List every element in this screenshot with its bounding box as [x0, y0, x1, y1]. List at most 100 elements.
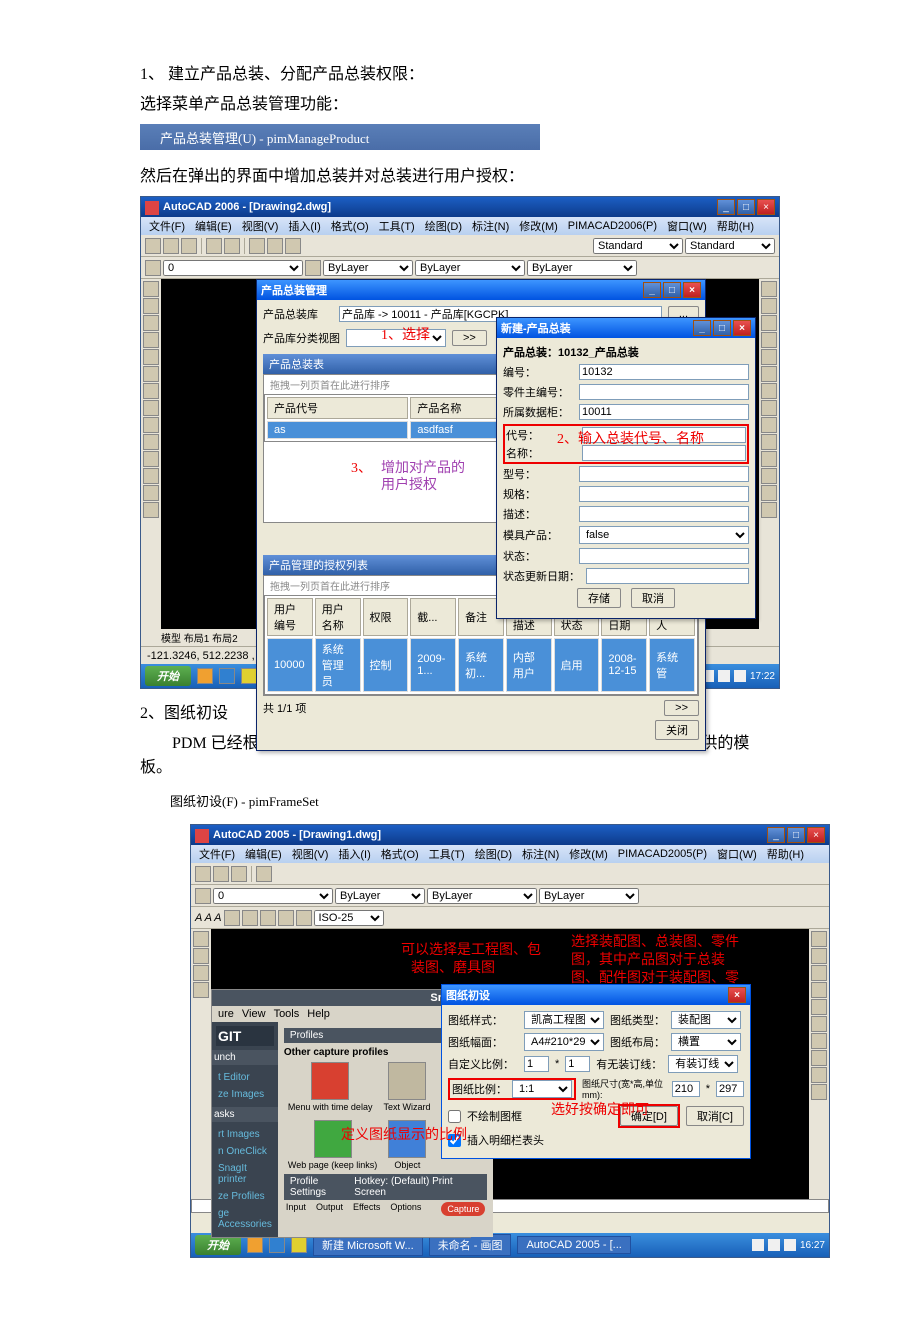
task-item[interactable]: AutoCAD 2005 - [...	[517, 1236, 630, 1254]
setting-effects[interactable]: Effects	[353, 1202, 380, 1216]
menu-format[interactable]: 格式(O)	[381, 846, 419, 862]
dim-icon[interactable]	[278, 910, 294, 926]
circle-icon[interactable]	[143, 383, 159, 399]
dlg-min-button[interactable]: _	[643, 282, 661, 298]
table-row[interactable]: 10000 系统管理员 控制 2009-1... 系统初... 内部用户 启用 …	[267, 638, 695, 692]
menu-view[interactable]: 视图(V)	[242, 218, 279, 234]
menu-file[interactable]: 文件(F)	[149, 218, 185, 234]
close-button[interactable]: ×	[757, 199, 775, 215]
part-field[interactable]	[579, 384, 749, 400]
minimize-button[interactable]: _	[717, 199, 735, 215]
copy-obj-icon[interactable]	[761, 298, 777, 314]
color-combo[interactable]: ByLayer	[335, 888, 425, 904]
rect-icon[interactable]	[143, 349, 159, 365]
menu-edit[interactable]: 编辑(E)	[195, 218, 232, 234]
menu-format[interactable]: 格式(O)	[331, 218, 369, 234]
menu-help[interactable]: 帮助(H)	[717, 218, 754, 234]
fs-cancel-button[interactable]: 取消[C]	[686, 1106, 744, 1126]
lineweight-combo[interactable]: ByLayer	[539, 888, 639, 904]
col-code[interactable]: 产品代号	[267, 397, 408, 419]
erase-icon[interactable]	[761, 281, 777, 297]
table-icon[interactable]	[143, 485, 159, 501]
drawing-area[interactable]: 产品总装管理 _ □ × 产品总装库 ... 产品库分类视图	[161, 279, 759, 629]
mirror-icon[interactable]	[811, 965, 827, 981]
nav-oneclick[interactable]: n OneClick	[216, 1143, 274, 1160]
extend-icon[interactable]	[811, 1067, 827, 1083]
pline-icon[interactable]	[143, 315, 159, 331]
fillet-icon[interactable]	[811, 1084, 827, 1100]
tool-cut-icon[interactable]	[249, 238, 265, 254]
close-button[interactable]: ×	[807, 827, 825, 843]
col-userid[interactable]: 用户编号	[267, 598, 313, 636]
color-combo[interactable]: ByLayer	[323, 260, 413, 276]
arc-icon[interactable]	[143, 366, 159, 382]
copy-icon[interactable]	[811, 948, 827, 964]
dim-h-field[interactable]	[716, 1081, 744, 1097]
dim-icon[interactable]	[224, 910, 240, 926]
go-button[interactable]: >>	[452, 330, 487, 346]
stretch-icon[interactable]	[761, 417, 777, 433]
layer-combo[interactable]: 0	[163, 260, 303, 276]
desc-field[interactable]	[579, 506, 749, 522]
offset-icon[interactable]	[811, 982, 827, 998]
mirror-icon[interactable]	[761, 315, 777, 331]
tool-new-icon[interactable]	[195, 866, 211, 882]
profile-text-wizard[interactable]: Text Wizard	[384, 1062, 431, 1112]
quick-launch-icon[interactable]	[269, 1237, 285, 1253]
xline-icon[interactable]	[193, 948, 209, 964]
start-button[interactable]: 开始	[145, 666, 191, 686]
maximize-button[interactable]: □	[787, 827, 805, 843]
pline-icon[interactable]	[193, 965, 209, 981]
nav-printer[interactable]: SnagIt printer	[216, 1160, 274, 1188]
tray-icon[interactable]	[784, 1239, 796, 1251]
menu-item-text[interactable]: 产品总装管理(U) - pimManageProduct	[160, 128, 369, 147]
scale-icon[interactable]	[811, 1033, 827, 1049]
tool-save-icon[interactable]	[231, 866, 247, 882]
drawing-area-2[interactable]: 可以选择是工程图、包 装图、磨具图 选择装配图、总装图、零件 图，其中产品图对于…	[211, 929, 809, 1199]
type-field[interactable]	[579, 466, 749, 482]
tool-copy-icon[interactable]	[267, 238, 283, 254]
menu-dim[interactable]: 标注(N)	[522, 846, 559, 862]
ratio-select[interactable]: 1:1	[512, 1080, 572, 1098]
capture-button[interactable]: Capture	[441, 1202, 485, 1216]
layer-icon[interactable]	[145, 260, 161, 276]
col-cutoff[interactable]: 截...	[410, 598, 456, 636]
quick-launch-icon[interactable]	[219, 668, 235, 684]
move-icon[interactable]	[811, 999, 827, 1015]
dim-icon[interactable]	[296, 910, 312, 926]
ellipse-icon[interactable]	[143, 417, 159, 433]
quick-launch-icon[interactable]	[291, 1237, 307, 1253]
layout-select[interactable]: 横置	[671, 1033, 741, 1051]
spec-field[interactable]	[579, 486, 749, 502]
block-icon[interactable]	[143, 468, 159, 484]
minimize-button[interactable]: _	[767, 827, 785, 843]
style-select[interactable]: 凯高工程图	[524, 1011, 604, 1029]
binding-select[interactable]: 有装订线	[668, 1055, 738, 1073]
np-min-button[interactable]: _	[693, 320, 711, 336]
tool-print-icon[interactable]	[256, 866, 272, 882]
menu-pim[interactable]: PIMACAD2006(P)	[568, 220, 657, 232]
cancel-button[interactable]: 取消	[631, 588, 675, 608]
xline-icon[interactable]	[143, 298, 159, 314]
quick-launch-icon[interactable]	[197, 668, 213, 684]
lineweight-combo[interactable]: ByLayer	[527, 260, 637, 276]
save-button[interactable]: 存储	[577, 588, 621, 608]
menu-insert[interactable]: 插入(I)	[288, 218, 320, 234]
menu-file[interactable]: 文件(F)	[199, 846, 235, 862]
text-icon[interactable]	[143, 502, 159, 518]
point-icon[interactable]	[143, 451, 159, 467]
menu-tools[interactable]: 工具(T)	[379, 218, 415, 234]
close-dialog-button[interactable]: 关闭	[655, 720, 699, 740]
nav-import[interactable]: rt Images	[216, 1126, 274, 1143]
start-button[interactable]: 开始	[195, 1235, 241, 1255]
date-field[interactable]	[586, 568, 749, 584]
dim-icon[interactable]	[260, 910, 276, 926]
tool-save-icon[interactable]	[181, 238, 197, 254]
tool-open-icon[interactable]	[163, 238, 179, 254]
nav-accessories[interactable]: ge Accessories	[216, 1205, 274, 1233]
size-select[interactable]: A4#210*297	[524, 1033, 604, 1051]
snagit-menu-capture[interactable]: ure	[218, 1008, 234, 1020]
snagit-menu-help[interactable]: Help	[307, 1008, 330, 1020]
linetype-combo[interactable]: ByLayer	[415, 260, 525, 276]
menu-window[interactable]: 窗口(W)	[667, 218, 707, 234]
